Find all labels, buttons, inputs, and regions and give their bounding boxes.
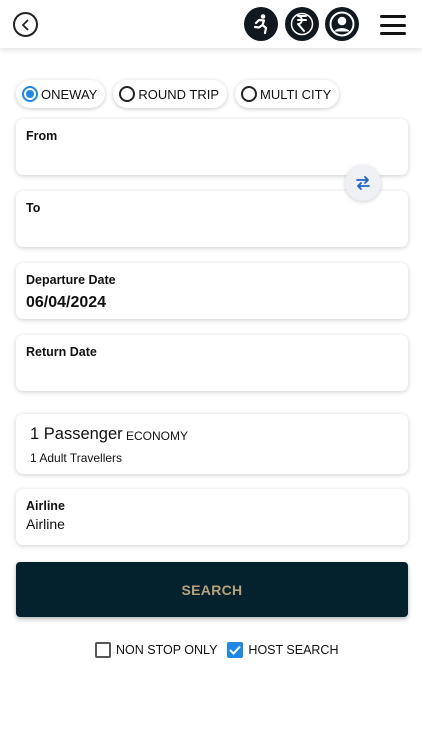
airline-label: Airline [26, 499, 65, 513]
radio-icon [119, 86, 136, 102]
host-search-checkbox[interactable] [227, 642, 244, 658]
trip-type-label: ROUND TRIP [138, 86, 219, 102]
menu-button[interactable] [380, 15, 406, 35]
to-label: To [26, 201, 41, 215]
trip-type-label: MULTI CITY [260, 86, 332, 102]
back-icon [21, 18, 29, 31]
profile-button[interactable] [325, 7, 359, 41]
airline-field[interactable]: Airline Airline [16, 489, 408, 545]
non-stop-checkbox[interactable] [95, 642, 111, 658]
top-bar [0, 0, 422, 48]
passenger-count: 1 Passenger [30, 425, 123, 443]
passenger-detail: 1 Adult Travellers [30, 451, 123, 465]
menu-icon-bar [380, 23, 406, 27]
return-date-label: Return Date [26, 345, 97, 359]
from-label: From [26, 129, 58, 143]
to-field[interactable]: To [16, 191, 408, 247]
trip-type-round-trip[interactable]: ROUND TRIP [113, 80, 227, 108]
from-field[interactable]: From [16, 119, 408, 175]
wallet-button[interactable] [285, 7, 319, 41]
swap-arrows-icon [356, 176, 370, 190]
back-button[interactable] [13, 12, 38, 37]
cabin-class: ECONOMY [126, 429, 189, 443]
host-search-label: HOST SEARCH [248, 643, 339, 657]
swap-button[interactable] [345, 165, 381, 201]
passenger-selector[interactable]: 1 Passenger ECONOMY 1 Adult Travellers [16, 414, 408, 474]
menu-icon-bar [380, 32, 406, 35]
radio-icon [241, 86, 257, 102]
search-options: NON STOP ONLY HOST SEARCH [95, 642, 339, 658]
search-button[interactable]: SEARCH [16, 562, 408, 617]
non-stop-label: NON STOP ONLY [116, 643, 218, 657]
departure-date-field[interactable]: Departure Date 06/04/2024 [16, 263, 408, 319]
rupee-icon [290, 12, 314, 36]
departure-date-label: Departure Date [26, 273, 116, 287]
profile-icon [329, 11, 355, 37]
runner-icon [253, 14, 268, 35]
radio-selected-icon [22, 86, 38, 102]
trip-type-label: ONEWAY [41, 86, 98, 102]
return-date-field[interactable]: Return Date [16, 335, 408, 391]
trip-type-multi-city[interactable]: MULTI CITY [235, 80, 340, 108]
checkmark-icon [229, 645, 242, 655]
departure-date-value: 06/04/2024 [26, 294, 107, 311]
runner-button[interactable] [244, 7, 278, 41]
trip-type-selector: ONEWAY ROUND TRIP MULTI CITY [16, 80, 340, 108]
trip-type-oneway[interactable]: ONEWAY [16, 80, 106, 108]
airline-value: Airline [26, 516, 65, 532]
menu-icon-bar [380, 15, 406, 18]
